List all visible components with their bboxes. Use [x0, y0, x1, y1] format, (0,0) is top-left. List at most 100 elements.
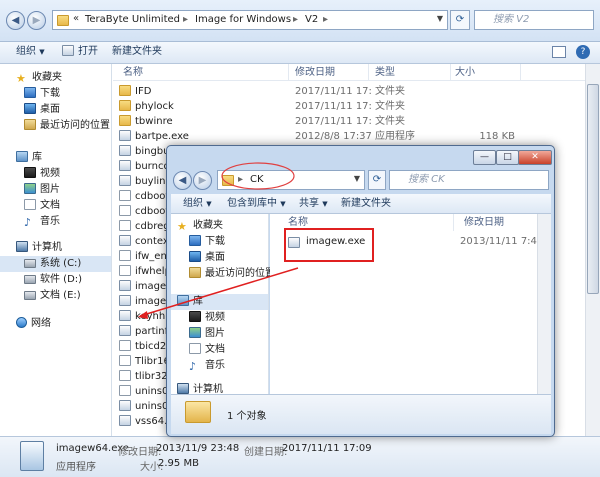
organize-label: 组织 — [183, 198, 203, 209]
file-name: cdbreg — [135, 221, 170, 232]
doc-icon — [119, 190, 131, 201]
front-nav-forward-button[interactable]: ▶ — [193, 171, 212, 190]
front-col-date[interactable]: 修改日期 — [460, 214, 540, 231]
nav-label: 软件 (D:) — [40, 274, 83, 285]
recent-places-icon — [189, 267, 201, 278]
file-date: 2017/11/11 17:10 — [295, 116, 373, 127]
nav-label: 音乐 — [40, 216, 60, 227]
file-row[interactable]: tbwinre 2017/11/11 17:10文件夹 — [113, 114, 583, 129]
col-name[interactable]: 名称 — [119, 64, 289, 81]
front-include-library-button[interactable]: 包含到库中 ▼ — [227, 194, 286, 213]
front-toolbar: 组织 ▼ 包含到库中 ▼ 共享 ▼ 新建文件夹 — [171, 194, 551, 214]
address-dropdown-icon[interactable]: ▼ — [354, 174, 360, 183]
front-new-folder-button[interactable]: 新建文件夹 — [341, 194, 391, 213]
nav-favorites[interactable]: ★ 收藏夹 — [16, 70, 111, 86]
front-nav-videos[interactable]: 视频 — [189, 310, 268, 326]
help-icon[interactable]: ? — [576, 45, 590, 59]
front-nav-libraries[interactable]: 库 — [171, 294, 268, 310]
highlight-box — [284, 228, 374, 262]
front-nav-pictures[interactable]: 图片 — [189, 326, 268, 342]
breadcrumb-v2[interactable]: V2 — [305, 14, 318, 25]
front-organize-button[interactable]: 组织 ▼ — [183, 194, 212, 213]
back-scroll-thumb[interactable] — [587, 84, 599, 294]
back-organize-button[interactable]: 组织 ▼ — [16, 42, 45, 63]
nav-drive-d[interactable]: 软件 (D:) — [24, 272, 111, 288]
front-address-field[interactable]: ▸ CK ▼ — [217, 170, 365, 190]
file-name: burncd — [135, 161, 170, 172]
nav-desktop[interactable]: 桌面 — [24, 102, 111, 118]
maximize-button[interactable]: □ — [496, 150, 519, 165]
nav-videos[interactable]: 视频 — [24, 166, 111, 182]
nav-label: 文档 — [40, 200, 60, 211]
front-address-bar: ◀ ▶ ▸ CK ▼ ⟳ 搜索 CK — [171, 168, 551, 194]
col-date[interactable]: 修改日期 — [291, 64, 369, 81]
front-nav-back-button[interactable]: ◀ — [173, 171, 192, 190]
col-size[interactable]: 大小 — [451, 64, 521, 81]
address-dropdown-icon[interactable]: ▼ — [437, 14, 443, 23]
front-nav-documents[interactable]: 文档 — [189, 342, 268, 358]
front-nav-favorites[interactable]: ★ 收藏夹 — [177, 218, 268, 234]
front-share-button[interactable]: 共享 ▼ — [299, 194, 328, 213]
nav-music[interactable]: ♪ 音乐 — [24, 214, 111, 230]
doc-icon — [119, 385, 131, 396]
file-type: 文件夹 — [375, 116, 405, 127]
folder-icon — [119, 85, 131, 96]
front-explorer-window: — □ ✕ ◀ ▶ ▸ CK ▼ ⟳ 搜索 CK 组织 ▼ 包含到库中 ▼ 共享… — [166, 145, 555, 437]
close-button[interactable]: ✕ — [518, 150, 552, 165]
downloads-icon — [189, 235, 201, 246]
nav-downloads[interactable]: 下载 — [24, 86, 111, 102]
nav-label: 最近访问的位置 — [40, 120, 110, 131]
file-row[interactable]: IFD 2017/11/11 17:10文件夹 — [113, 84, 583, 99]
front-nav-music[interactable]: ♪ 音乐 — [189, 358, 268, 374]
front-search-input[interactable]: 搜索 CK — [389, 170, 549, 190]
file-name: tbwinre — [135, 116, 173, 127]
nav-network[interactable]: 网络 — [16, 316, 111, 332]
breadcrumb-image-for-windows[interactable]: Image for Windows — [195, 14, 291, 25]
nav-documents[interactable]: 文档 — [24, 198, 111, 214]
open-icon — [62, 45, 74, 56]
doc-icon — [119, 355, 131, 366]
nav-pictures[interactable]: 图片 — [24, 182, 111, 198]
view-options-icon[interactable] — [552, 46, 566, 58]
folder-icon — [222, 175, 234, 186]
exe-icon — [119, 325, 131, 336]
nav-libraries[interactable]: 库 — [16, 150, 111, 166]
front-nav-pane: ★ 收藏夹 下载 桌面 最近访问的位置 库 视频 图片 文档 ♪ 音乐 计算机 — [171, 214, 275, 395]
exe-icon — [119, 145, 131, 156]
back-open-button[interactable]: 打开 — [62, 42, 98, 63]
nav-label: 库 — [32, 152, 42, 163]
back-address-field[interactable]: « TeraByte Unlimited ▸ Image for Windows… — [52, 10, 448, 30]
front-nav-downloads[interactable]: 下载 — [189, 234, 268, 250]
doc-icon — [119, 370, 131, 381]
nav-label: 收藏夹 — [32, 72, 62, 83]
nav-computer[interactable]: 计算机 — [16, 240, 111, 256]
back-nav-forward-button[interactable]: ▶ — [27, 11, 46, 30]
file-name-cell: phylock — [119, 99, 289, 114]
front-nav-recent[interactable]: 最近访问的位置 — [189, 266, 275, 282]
nav-recent[interactable]: 最近访问的位置 — [24, 118, 111, 134]
back-nav-pane: ★ 收藏夹 下载 桌面 最近访问的位置 库 视频 图片 文档 ♪ 音乐 计算机 系统… — [0, 64, 112, 436]
back-search-input[interactable]: 搜索 V2 — [474, 10, 594, 30]
back-scrollbar[interactable] — [585, 64, 600, 436]
minimize-button[interactable]: — — [473, 150, 496, 165]
status-created: 2017/11/11 17:09 — [282, 443, 372, 454]
file-row[interactable]: phylock 2017/11/11 17:10文件夹 — [113, 99, 583, 114]
front-refresh-button[interactable]: ⟳ — [368, 170, 386, 190]
file-date: 2012/8/8 17:37 — [295, 131, 372, 142]
exe-icon — [119, 175, 131, 186]
col-type[interactable]: 类型 — [371, 64, 451, 81]
back-refresh-button[interactable]: ⟳ — [450, 10, 470, 30]
nav-label: 文档 — [205, 344, 225, 355]
front-scrollbar[interactable] — [537, 214, 551, 394]
breadcrumb-ck[interactable]: CK — [250, 174, 264, 185]
front-nav-desktop[interactable]: 桌面 — [189, 250, 268, 266]
network-icon — [16, 317, 27, 328]
back-nav-back-button[interactable]: ◀ — [6, 11, 25, 30]
breadcrumb-terabyte[interactable]: TeraByte Unlimited — [85, 14, 180, 25]
nav-drive-c[interactable]: 系统 (C:) — [0, 256, 111, 272]
back-new-folder-button[interactable]: 新建文件夹 — [112, 42, 162, 63]
file-row[interactable]: bartpe.exe 2012/8/8 17:37 应用程序 118 KB — [113, 129, 583, 144]
nav-drive-e[interactable]: 文档 (E:) — [24, 288, 111, 304]
back-status-bar: imagew64.exe 修改日期: 2013/11/9 23:48 创建日期:… — [0, 436, 600, 477]
breadcrumb-sep-icon: ▸ — [323, 14, 329, 25]
